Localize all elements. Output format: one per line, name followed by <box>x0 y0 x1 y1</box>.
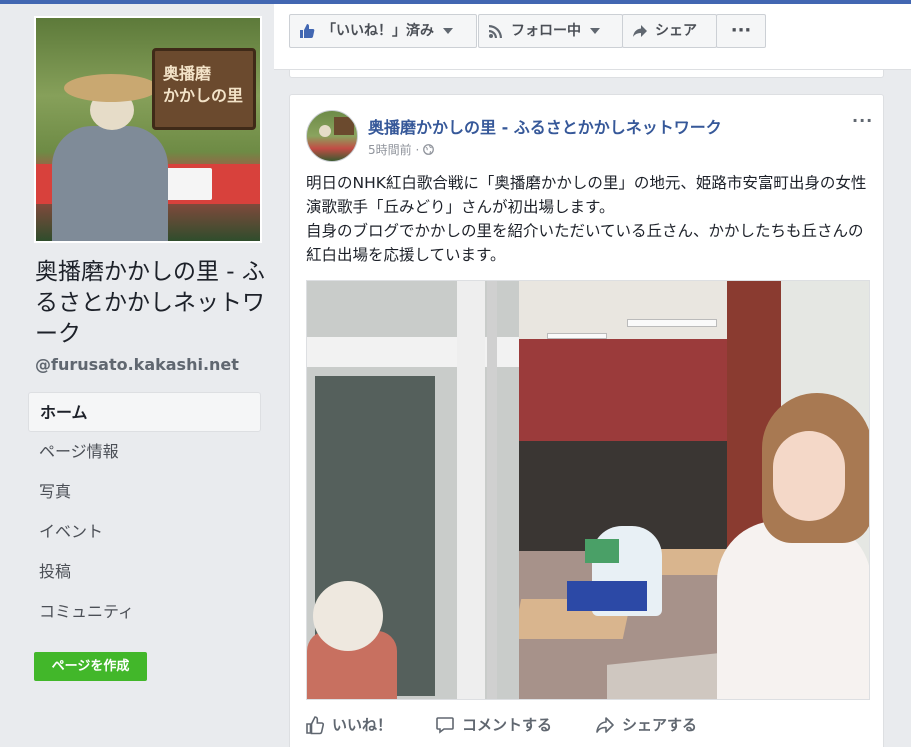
page-title[interactable]: 奥播磨かかしの里 - ふるさとかかしネットワーク <box>35 257 267 350</box>
globe-icon <box>423 144 435 155</box>
following-button-label: フォロー中 <box>511 23 581 39</box>
post-card: 奥播磨かかしの里 - ふるさとかかしネットワーク 5時間前 · ··· 明日のN… <box>289 94 884 747</box>
share-arrow-icon <box>596 716 614 733</box>
post-action-bar: いいね！ コメントする シェアする <box>289 706 884 746</box>
chevron-down-icon <box>590 28 600 34</box>
post-photo[interactable] <box>306 280 870 700</box>
post-author-avatar[interactable] <box>306 110 358 162</box>
post-share-button[interactable]: シェアする <box>595 714 697 735</box>
sidebar-item-posts[interactable]: 投稿 <box>28 552 261 592</box>
post-text-paragraph: 自身のブログでかかしの里を紹介いただいている丘さん、かかしたちも丘さんの紅白出場… <box>306 222 864 264</box>
liked-button-label: 「いいね！」済み <box>322 23 434 39</box>
sidebar-item-community[interactable]: コミュニティ <box>28 592 261 632</box>
share-button-label: シェア <box>655 23 697 39</box>
rss-icon <box>489 25 502 38</box>
following-button[interactable]: フォロー中 <box>478 14 623 48</box>
chevron-down-icon <box>443 28 453 34</box>
post-share-label: シェアする <box>622 716 698 734</box>
post-comment-button[interactable]: コメントする <box>435 714 552 735</box>
share-button[interactable]: シェア <box>622 14 717 48</box>
previous-card-bottom <box>289 70 884 78</box>
post-timestamp[interactable]: 5時間前 · <box>368 141 435 158</box>
post-text-paragraph: 明日のNHK紅白歌合戦に「奥播磨かかしの里」の地元、姫路市安富町出身の女性演歌歌… <box>306 174 867 216</box>
cover-sign-line-1: 奥播磨 <box>163 64 212 83</box>
page-handle[interactable]: @furusato.kakashi.net <box>35 355 239 374</box>
cover-sign: 奥播磨 かかしの里 <box>152 48 256 130</box>
post-comment-label: コメントする <box>462 716 553 734</box>
post-like-label: いいね！ <box>332 716 393 734</box>
create-page-button[interactable]: ページを作成 <box>34 652 147 681</box>
liked-button[interactable]: 「いいね！」済み <box>289 14 477 48</box>
sidebar-item-home[interactable]: ホーム <box>28 392 261 432</box>
more-options-button[interactable]: ··· <box>716 14 766 48</box>
post-time-text: 5時間前 · <box>368 143 420 157</box>
sidebar-nav: ホーム ページ情報 写真 イベント 投稿 コミュニティ <box>28 392 261 632</box>
post-message: 明日のNHK紅白歌合戦に「奥播磨かかしの里」の地元、姫路市安富町出身の女性演歌歌… <box>306 171 872 267</box>
thumbs-up-icon <box>300 24 315 38</box>
sidebar-item-about[interactable]: ページ情報 <box>28 432 261 472</box>
page-profile-photo[interactable]: 奥播磨 かかしの里 <box>34 16 262 243</box>
thumbs-up-icon <box>306 715 325 734</box>
post-like-button[interactable]: いいね！ <box>305 714 392 735</box>
post-options-icon[interactable]: ··· <box>852 111 873 130</box>
share-arrow-icon <box>633 25 647 37</box>
post-author-name[interactable]: 奥播磨かかしの里 - ふるさとかかしネットワーク <box>368 114 722 138</box>
cover-sign-line-2: かかしの里 <box>163 86 244 105</box>
sidebar-item-events[interactable]: イベント <box>28 512 261 552</box>
sidebar-item-photos[interactable]: 写真 <box>28 472 261 512</box>
comment-icon <box>436 716 454 734</box>
